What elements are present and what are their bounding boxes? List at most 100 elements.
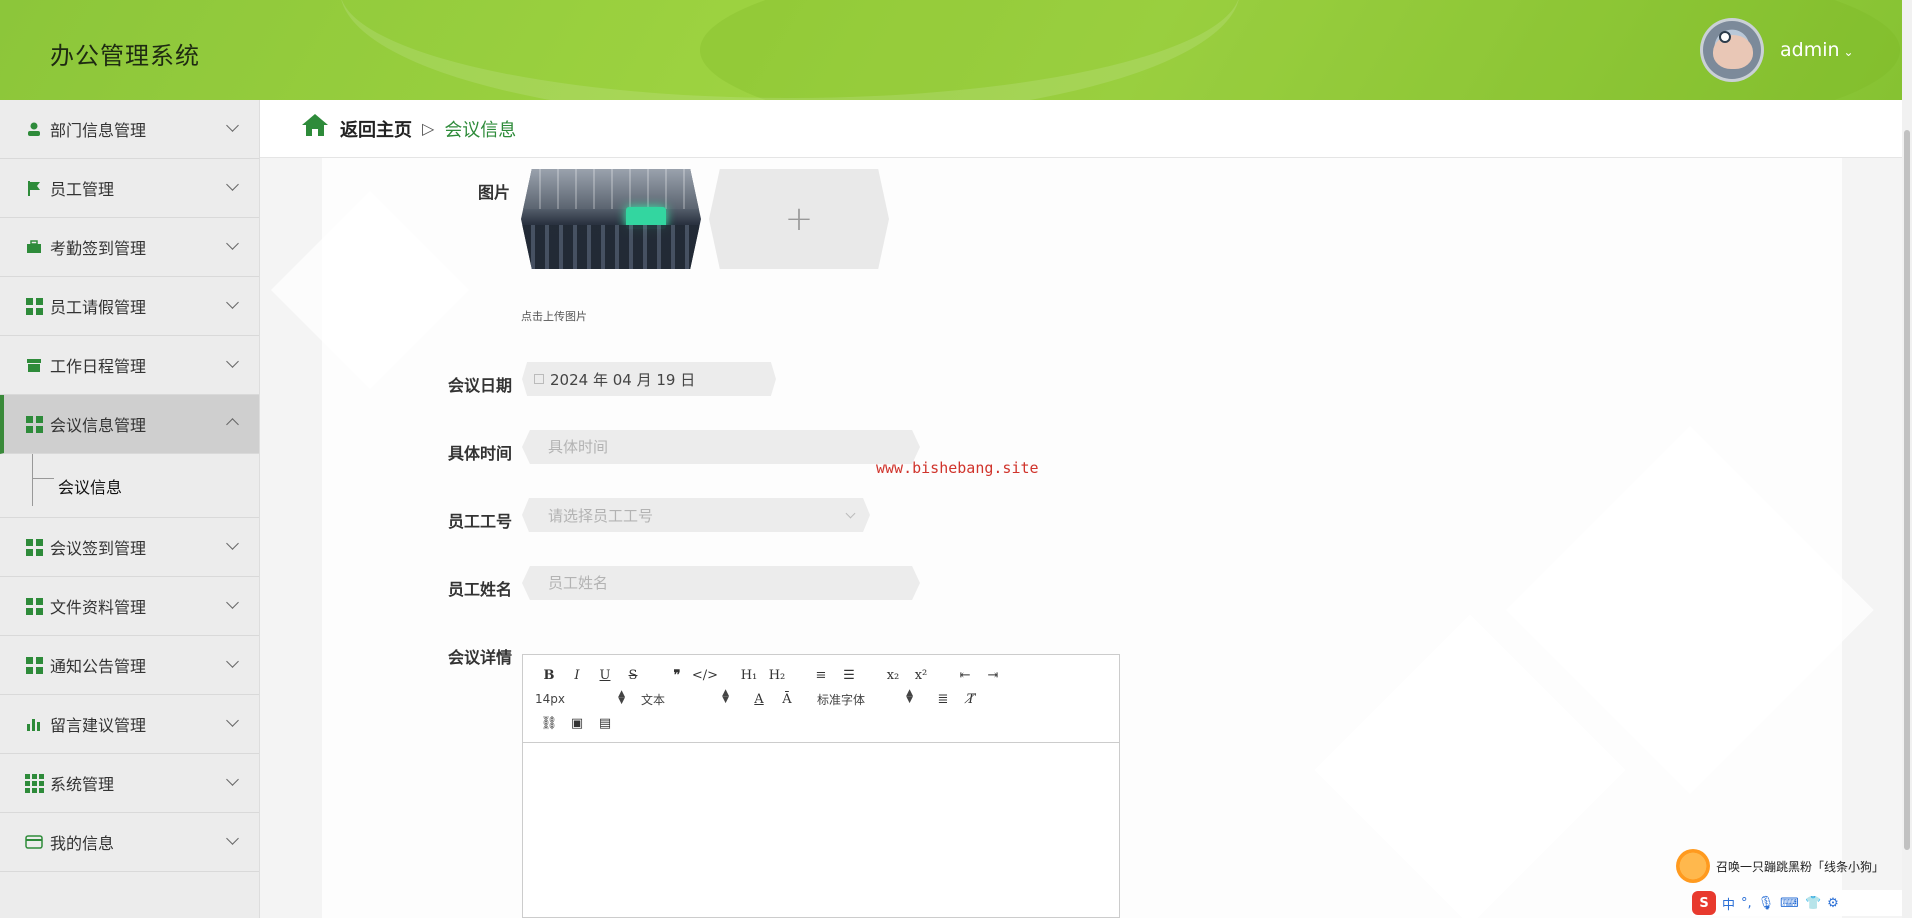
- scrollbar[interactable]: [1902, 0, 1912, 918]
- rich-text-editor: B I U S ❞ </> H₁ H₂ ≡ ☰ x₂ x² ⇤ ⇥ 14px ▲ ▼…: [522, 654, 1120, 918]
- clear-format-icon[interactable]: T̸: [957, 692, 985, 707]
- home-icon[interactable]: [300, 112, 330, 145]
- emp-no-select[interactable]: 请选择员工工号: [522, 498, 870, 532]
- font-color-icon[interactable]: A: [745, 692, 773, 707]
- indent-icon[interactable]: ⇥: [979, 668, 1007, 683]
- italic-icon[interactable]: I: [563, 668, 591, 683]
- sidebar-item-label: 工作日程管理: [50, 357, 147, 376]
- font-family-select[interactable]: 标准字体 ▲ ▼: [817, 687, 913, 708]
- sidebar-item-label: 系统管理: [50, 775, 115, 794]
- sidebar-item-files[interactable]: 文件资料管理: [0, 577, 259, 636]
- watermark: www.bishebang.site: [876, 459, 1039, 477]
- code-icon[interactable]: </>: [691, 668, 719, 683]
- text-style-select[interactable]: 文本 ▲ ▼: [641, 688, 729, 708]
- top-header: 办公管理系统 admin ⌄: [0, 0, 1902, 100]
- upload-hint: 点击上传图片: [521, 310, 587, 323]
- uploaded-image-thumbnail[interactable]: [521, 169, 701, 269]
- superscript-icon[interactable]: x²: [907, 668, 935, 683]
- sidebar-item-notices[interactable]: 通知公告管理: [0, 636, 259, 695]
- meeting-date-field[interactable]: 2024 年 04 月 19 日: [522, 362, 776, 396]
- sidebar-item-label: 会议信息管理: [50, 416, 147, 435]
- editor-content-area[interactable]: [523, 743, 1119, 917]
- sidebar-item-meeting[interactable]: 会议信息管理: [0, 395, 259, 454]
- sidebar-item-label: 员工请假管理: [50, 298, 147, 317]
- chevron-down-icon: [226, 596, 239, 609]
- ime-notification[interactable]: 召唤一只蹦跳黑粉「线条小狗」: [1676, 848, 1902, 884]
- link-icon[interactable]: ⛓: [535, 716, 563, 731]
- sidebar-item-label: 我的信息: [50, 834, 115, 853]
- heading2-icon[interactable]: H₂: [763, 668, 791, 683]
- date-label: 会议日期: [447, 376, 512, 395]
- chevron-down-icon: [226, 296, 239, 309]
- user-menu[interactable]: admin ⌄: [1780, 39, 1854, 61]
- video-icon[interactable]: ▤: [591, 716, 619, 731]
- calendar-icon: [534, 374, 544, 384]
- grid-icon: [24, 296, 44, 316]
- meeting-time-field[interactable]: [522, 430, 920, 464]
- bold-icon[interactable]: B: [535, 668, 563, 683]
- grid9-icon: [24, 773, 44, 793]
- sidebar-item-label: 文件资料管理: [50, 598, 147, 617]
- user-icon: [24, 119, 44, 139]
- sidebar-item-messages[interactable]: 留言建议管理: [0, 695, 259, 754]
- bullet-list-icon[interactable]: ☰: [835, 668, 863, 683]
- grid-icon: [24, 655, 44, 675]
- sidebar-item-system[interactable]: 系统管理: [0, 754, 259, 813]
- back-home-link[interactable]: 返回主页: [340, 116, 412, 142]
- emp-name-input[interactable]: [548, 574, 920, 592]
- flag-icon: [24, 178, 44, 198]
- skin-icon[interactable]: 👕: [1805, 896, 1821, 911]
- font-size-select[interactable]: 14px ▲ ▼: [535, 690, 625, 707]
- align-icon[interactable]: ≣: [929, 692, 957, 707]
- grid-icon: [24, 414, 44, 434]
- strikethrough-icon[interactable]: S: [619, 668, 647, 683]
- settings-icon[interactable]: ⚙: [1827, 896, 1839, 911]
- underline-icon[interactable]: U: [591, 668, 619, 683]
- chevron-down-icon: [226, 714, 239, 727]
- sidebar-subitem-meeting-info[interactable]: 会议信息: [0, 454, 259, 518]
- microphone-icon[interactable]: 🎙: [1758, 896, 1775, 911]
- time-input[interactable]: [548, 438, 920, 456]
- breadcrumb: 返回主页 ▷ 会议信息: [260, 100, 1902, 158]
- scrollbar-thumb[interactable]: [1904, 130, 1910, 850]
- chevron-down-icon: [845, 508, 856, 519]
- sidebar-item-meeting-checkin[interactable]: 会议签到管理: [0, 518, 259, 577]
- image-icon[interactable]: ▣: [563, 716, 591, 731]
- sidebar-item-label: 通知公告管理: [50, 657, 147, 676]
- bar-chart-icon: [24, 714, 44, 734]
- breadcrumb-current: 会议信息: [444, 119, 517, 141]
- date-value: 2024 年 04 月 19 日: [550, 370, 696, 389]
- chevron-down-icon: ⌄: [1843, 45, 1854, 59]
- avatar[interactable]: [1700, 18, 1764, 82]
- photo-ceiling: [521, 169, 701, 209]
- upload-image-button[interactable]: +: [709, 169, 889, 269]
- chevron-down-icon: [226, 655, 239, 668]
- avatar-eye: [1719, 31, 1731, 43]
- ime-language[interactable]: 中: [1722, 894, 1735, 913]
- select-arrows-icon: ▲ ▼: [906, 687, 913, 705]
- ordered-list-icon[interactable]: ≡: [807, 668, 835, 683]
- heading1-icon[interactable]: H₁: [735, 668, 763, 683]
- sidebar-item-leave[interactable]: 员工请假管理: [0, 277, 259, 336]
- editor-toolbar: B I U S ❞ </> H₁ H₂ ≡ ☰ x₂ x² ⇤ ⇥ 14px ▲ ▼…: [523, 655, 1119, 743]
- chevron-down-icon: [226, 537, 239, 550]
- chevron-up-icon: [226, 418, 239, 431]
- ime-message: 召唤一只蹦跳黑粉「线条小狗」: [1716, 859, 1885, 874]
- sidebar-item-attendance[interactable]: 考勤签到管理: [0, 218, 259, 277]
- emp-name-field[interactable]: [522, 566, 920, 600]
- punctuation-icon[interactable]: °,: [1741, 896, 1752, 911]
- keyboard-icon[interactable]: ⌨: [1780, 896, 1799, 911]
- blockquote-icon[interactable]: ❞: [663, 668, 691, 683]
- sidebar-item-staff[interactable]: 员工管理: [0, 159, 259, 218]
- sidebar-item-label: 会议签到管理: [50, 539, 147, 558]
- sogou-logo-icon[interactable]: S: [1692, 891, 1716, 915]
- sidebar-item-schedule[interactable]: 工作日程管理: [0, 336, 259, 395]
- background-color-icon[interactable]: Ā: [773, 692, 801, 707]
- sidebar-item-label: 考勤签到管理: [50, 239, 147, 258]
- sidebar-item-profile[interactable]: 我的信息: [0, 813, 259, 872]
- subscript-icon[interactable]: x₂: [879, 668, 907, 683]
- store-icon: [24, 355, 44, 375]
- sidebar-item-department[interactable]: 部门信息管理: [0, 100, 259, 159]
- card-icon: [24, 832, 44, 852]
- outdent-icon[interactable]: ⇤: [951, 668, 979, 683]
